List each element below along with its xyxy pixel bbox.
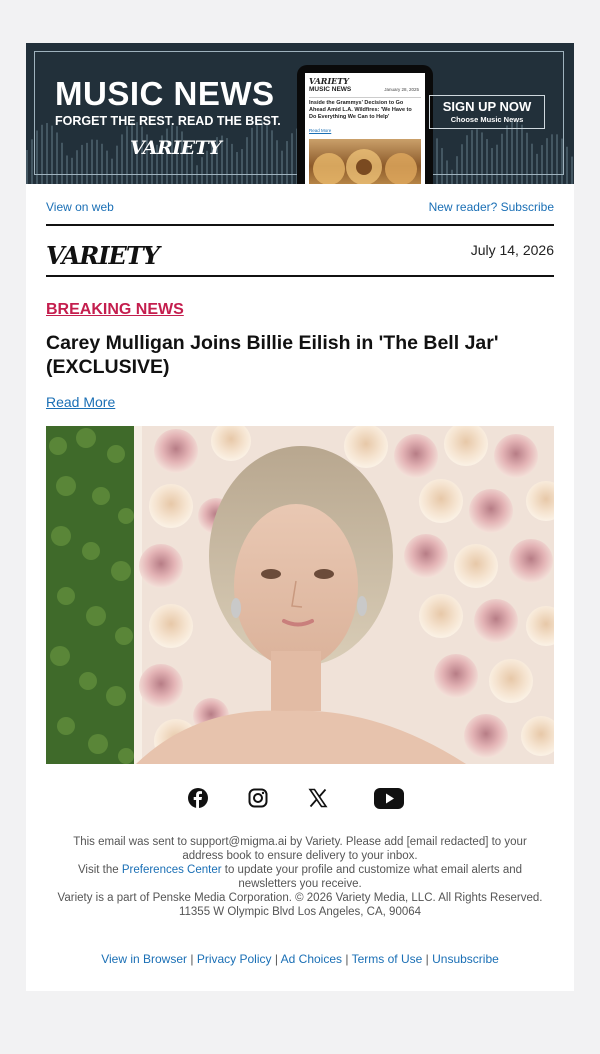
separator: |: [274, 952, 278, 966]
youtube-icon[interactable]: [374, 788, 404, 814]
subscribe-link[interactable]: New reader? Subscribe: [429, 200, 554, 214]
phone-headline: Inside the Grammys' Decision to Go Ahead…: [309, 100, 412, 120]
phone-date: January 28, 2025: [384, 87, 419, 92]
footer-links: View in Browser | Privacy Policy | Ad Ch…: [26, 952, 574, 966]
preferences-center-link[interactable]: Preferences Center: [122, 864, 222, 876]
ad-choices-link[interactable]: Ad Choices: [281, 952, 342, 966]
footer-copyright: Variety is a part of Penske Media Corpor…: [57, 892, 543, 904]
variety-logo[interactable]: VARIETY: [46, 241, 160, 270]
phone-divider: [309, 97, 421, 98]
article-photo[interactable]: [46, 426, 554, 764]
article-headline[interactable]: Carey Mulligan Joins Billie Eilish in 'T…: [46, 331, 546, 379]
read-more-link[interactable]: Read More: [46, 394, 115, 410]
separator: |: [345, 952, 349, 966]
equalizer-bar: [571, 156, 573, 184]
view-on-web-link[interactable]: View on web: [46, 200, 114, 214]
email-card: MUSIC NEWS FORGET THE REST. READ THE BES…: [26, 43, 574, 991]
separator: |: [425, 952, 429, 966]
social-links: [26, 788, 574, 812]
banner-logo: VARIETY: [130, 137, 222, 159]
unsubscribe-link[interactable]: Unsubscribe: [432, 952, 499, 966]
phone-read-more: Read More: [309, 128, 332, 133]
phone-logo: VARIETY: [309, 76, 349, 86]
separator: |: [190, 952, 194, 966]
footer-sent-to: This email was sent to support@migma.ai …: [73, 836, 527, 862]
footer-visit-text: Visit the: [77, 864, 122, 876]
banner-title: MUSIC NEWS: [55, 75, 275, 112]
signup-button[interactable]: SIGN UP NOW Choose Music News: [429, 95, 545, 129]
x-icon[interactable]: [308, 788, 328, 813]
instagram-icon[interactable]: [248, 788, 268, 813]
phone-image: [309, 139, 421, 184]
footer-preferences: Visit the Preferences Center to update y…: [56, 863, 544, 891]
issue-date: July 14, 2026: [470, 242, 554, 258]
grammy-trophies-image: [313, 149, 417, 184]
equalizer-bar: [26, 150, 28, 184]
phone-mockup: VARIETY MUSIC NEWS January 28, 2025 Insi…: [297, 65, 433, 184]
facebook-icon[interactable]: [188, 788, 208, 813]
phone-screen: VARIETY MUSIC NEWS January 28, 2025 Insi…: [305, 73, 425, 184]
equalizer-bar: [566, 146, 568, 184]
footer-text: This email was sent to support@migma.ai …: [56, 835, 544, 919]
header-bottom-rule: [46, 275, 554, 277]
footer-preferences-text: to update your profile and customize wha…: [221, 864, 523, 890]
terms-of-use-link[interactable]: Terms of Use: [352, 952, 423, 966]
equalizer-bar: [31, 139, 33, 184]
footer-address: 11355 W Olympic Blvd Los Angeles, CA, 90…: [178, 906, 422, 918]
breaking-news-kicker[interactable]: BREAKING NEWS: [46, 301, 184, 319]
portrait-photo-image: [46, 426, 554, 764]
phone-section: MUSIC NEWS: [309, 86, 352, 93]
signup-sublabel: Choose Music News: [450, 115, 524, 124]
banner-subtitle: FORGET THE REST. READ THE BEST.: [55, 114, 281, 128]
signup-label: SIGN UP NOW: [442, 99, 532, 114]
privacy-policy-link[interactable]: Privacy Policy: [197, 952, 272, 966]
view-in-browser-link[interactable]: View in Browser: [101, 952, 187, 966]
promo-banner[interactable]: MUSIC NEWS FORGET THE REST. READ THE BES…: [26, 43, 574, 184]
header-top-rule: [46, 224, 554, 226]
